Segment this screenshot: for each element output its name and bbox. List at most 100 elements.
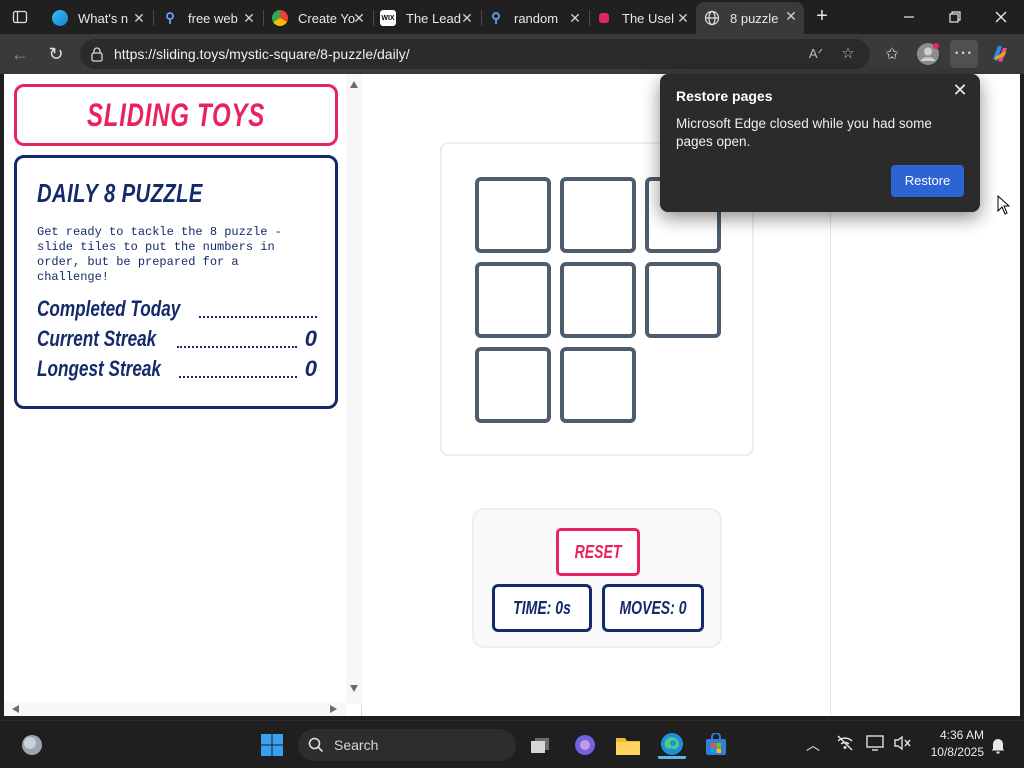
tab-close-icon[interactable]: ✕ <box>132 11 146 25</box>
network-disconnected-icon[interactable] <box>836 735 854 754</box>
sidebar-horizontal-scrollbar[interactable] <box>4 702 346 716</box>
restore-pages-dialog: Restore pages ✕ Microsoft Edge closed wh… <box>660 74 980 212</box>
edge-icon <box>52 10 68 26</box>
close-icon[interactable]: ✕ <box>948 78 972 102</box>
settings-more-button[interactable]: ··· <box>950 40 978 68</box>
tab-create-your[interactable]: Create Yo ✕ <box>264 4 372 32</box>
tab-close-icon[interactable]: ✕ <box>242 11 256 25</box>
timer-label: TIME: 0s <box>513 598 571 618</box>
minimize-icon <box>904 16 914 18</box>
site-logo[interactable]: SLIDING TOYS <box>14 84 338 146</box>
more-dots-icon: ··· <box>954 45 974 62</box>
minimize-button[interactable] <box>886 0 932 34</box>
site-info-icon <box>91 47 103 62</box>
moves-label: MOVES: 0 <box>619 598 687 618</box>
speaker-muted-icon[interactable] <box>893 735 911 754</box>
puzzle-tile[interactable] <box>560 262 636 338</box>
favorite-star-icon[interactable]: ☆ <box>838 44 858 64</box>
widgets-button[interactable] <box>18 731 46 759</box>
tab-whats-new[interactable]: What's n ✕ <box>44 4 152 32</box>
search-icon: ⚲ <box>491 10 501 25</box>
scroll-right-arrow-icon[interactable] <box>330 705 337 713</box>
stat-value: 0 <box>304 326 317 351</box>
search-icon: ⚲ <box>165 10 175 25</box>
puzzle-tile[interactable] <box>475 262 551 338</box>
daily-puzzle-title: DAILY 8 PUZZLE <box>37 178 203 208</box>
stat-completed-today: Completed Today <box>37 296 317 326</box>
tab-8-puzzle[interactable]: 8 puzzle ✕ <box>696 2 804 34</box>
stat-label: Longest Streak <box>37 356 161 381</box>
tab-actions-icon <box>12 10 28 24</box>
tab-title: Create Yo <box>298 10 356 26</box>
stat-value: 0 <box>304 356 317 381</box>
show-hidden-icons-chevron-icon[interactable]: ︿ <box>806 735 820 755</box>
weather-widget-icon <box>22 735 42 755</box>
display-icon[interactable] <box>866 735 886 754</box>
task-view-button[interactable] <box>526 731 554 759</box>
stat-longest-streak: Longest Streak 0 <box>37 356 317 386</box>
new-tab-button[interactable]: + <box>808 4 836 30</box>
sidebar-vertical-scrollbar[interactable] <box>346 74 362 704</box>
stat-dotted-leader <box>179 376 297 378</box>
puzzle-tile[interactable] <box>645 262 721 338</box>
task-view-icon <box>531 738 549 753</box>
restore-dialog-title: Restore pages <box>676 88 773 104</box>
start-button[interactable] <box>258 731 286 759</box>
profile-icon <box>917 43 939 65</box>
puzzle-tile[interactable] <box>560 347 636 423</box>
reset-button[interactable]: RESET <box>556 528 640 576</box>
taskbar-search[interactable]: Search <box>298 729 516 761</box>
tab-close-icon[interactable]: ✕ <box>460 11 474 25</box>
puzzle-description: Get ready to tackle the 8 puzzle - slide… <box>37 225 282 284</box>
puzzle-tile[interactable] <box>475 347 551 423</box>
copilot-button[interactable] <box>987 41 1013 67</box>
tab-title: 8 puzzle <box>730 10 779 26</box>
read-aloud-icon[interactable]: Aᐟ <box>806 44 826 64</box>
tab-actions-button[interactable] <box>0 0 40 34</box>
folder-icon <box>616 738 640 755</box>
tab-close-icon[interactable]: ✕ <box>568 11 582 25</box>
file-explorer-button[interactable] <box>614 731 642 759</box>
taskbar-clock[interactable]: 4:36 AM 10/8/2025 <box>920 727 984 761</box>
restore-dialog-message: Microsoft Edge closed while you had some… <box>676 116 932 149</box>
sidebar-frame: SLIDING TOYS DAILY 8 PUZZLE Get ready to… <box>4 74 362 716</box>
wix-icon: WIX <box>380 10 396 26</box>
refresh-icon: ↻ <box>48 43 64 64</box>
tab-free-web[interactable]: ⚲ free web ✕ <box>154 4 262 32</box>
restore-button[interactable]: Restore <box>891 165 964 197</box>
restore-window-button[interactable] <box>932 0 978 34</box>
taskbar-search-placeholder: Search <box>334 737 379 753</box>
notification-center-button[interactable] <box>984 731 1012 759</box>
edge-taskbar-button[interactable] <box>658 731 686 759</box>
tab-close-icon[interactable]: ✕ <box>784 9 798 23</box>
windows-taskbar: Search ︿ 4:36 AM 10/8/2025 <box>0 720 1024 768</box>
scroll-up-arrow-icon[interactable] <box>350 81 358 88</box>
copilot-taskbar-button[interactable] <box>571 731 599 759</box>
back-arrow-icon: ← <box>11 43 29 64</box>
refresh-button[interactable]: ↻ <box>42 40 70 68</box>
store-icon <box>706 733 726 755</box>
favorites-icon[interactable]: ✩ <box>879 41 905 67</box>
browser-toolbar: ← ↻ https://sliding.toys/mystic-square/8… <box>0 34 1024 74</box>
puzzle-tile[interactable] <box>475 177 551 253</box>
tab-close-icon[interactable]: ✕ <box>352 11 366 25</box>
stat-dotted-leader <box>199 316 317 318</box>
notification-bell-icon <box>991 739 1005 754</box>
mouse-pointer-icon <box>997 195 1011 215</box>
scroll-down-arrow-icon[interactable] <box>350 685 358 692</box>
tab-close-icon[interactable]: ✕ <box>676 11 690 25</box>
back-button[interactable]: ← <box>6 40 34 68</box>
tab-the-useless-web[interactable]: The Usel ✕ <box>588 4 696 32</box>
chrome-icon <box>272 10 288 26</box>
search-icon <box>308 737 324 753</box>
scroll-left-arrow-icon[interactable] <box>12 705 19 713</box>
tab-random[interactable]: ⚲ random ✕ <box>480 4 588 32</box>
moves-counter: MOVES: 0 <box>602 584 704 632</box>
store-button[interactable] <box>702 731 730 759</box>
close-window-button[interactable] <box>978 0 1024 34</box>
tab-title: The Lead <box>406 10 461 26</box>
address-bar[interactable]: https://sliding.toys/mystic-square/8-puz… <box>80 39 870 69</box>
profile-avatar[interactable] <box>915 41 941 67</box>
puzzle-tile[interactable] <box>560 177 636 253</box>
tab-the-lead[interactable]: WIX The Lead ✕ <box>372 4 480 32</box>
